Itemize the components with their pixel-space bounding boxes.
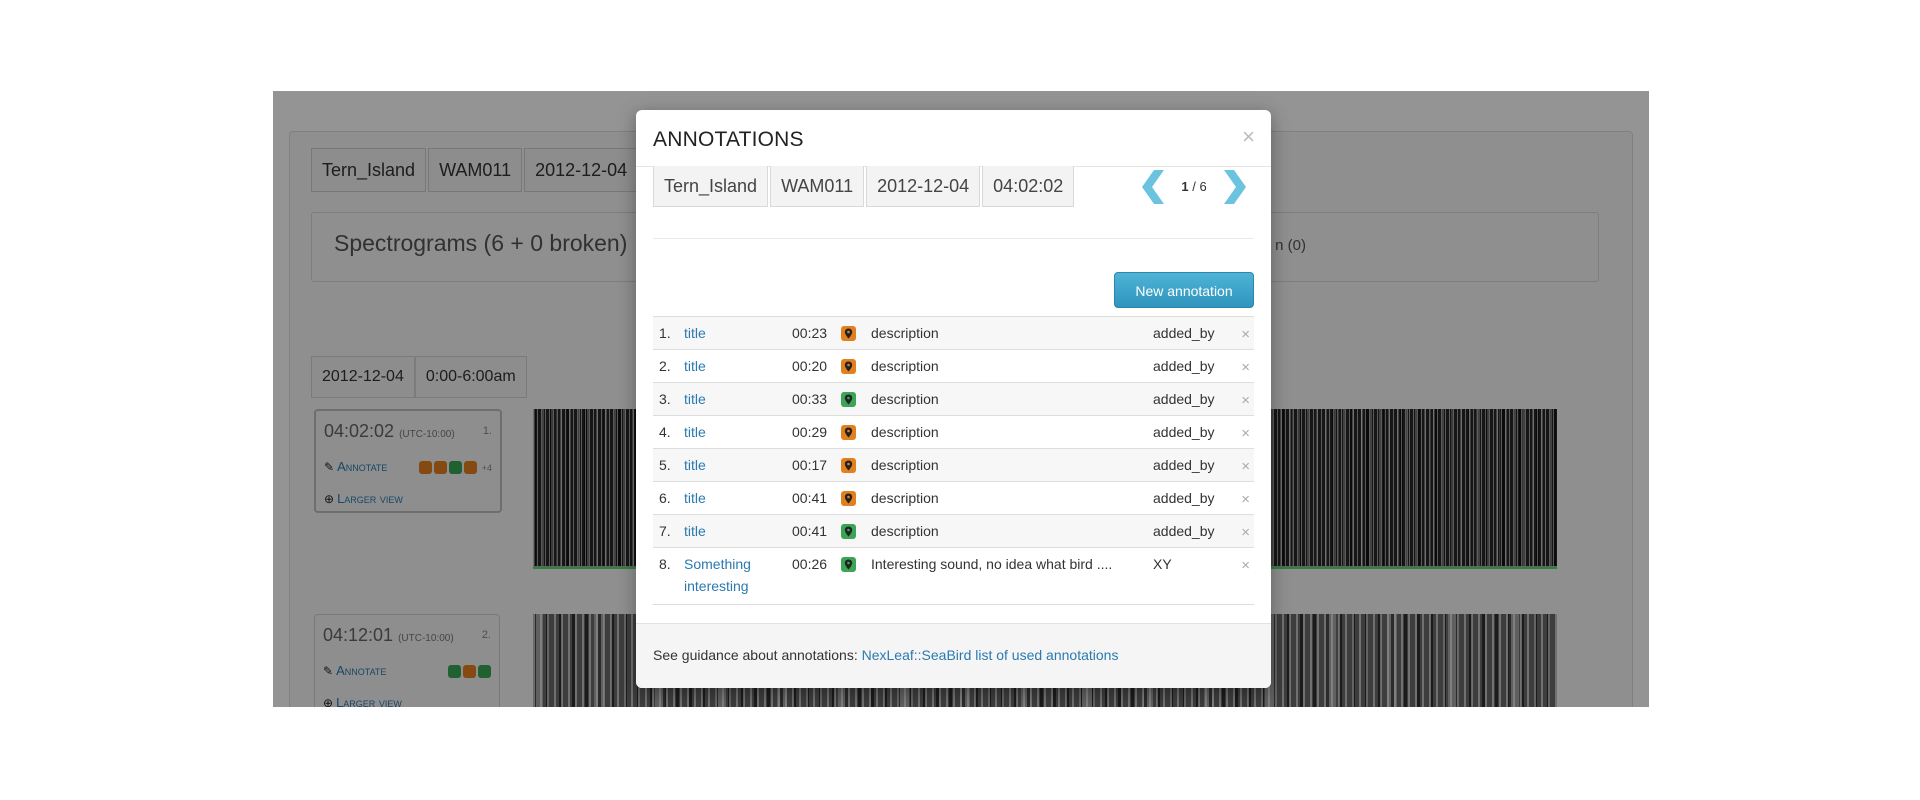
pager-text: 1 / 6 xyxy=(1168,179,1220,194)
tag-marker-icon xyxy=(841,458,856,473)
row-number: 8. xyxy=(659,556,671,572)
annotation-description: description xyxy=(871,391,939,407)
row-number: 1. xyxy=(659,325,671,341)
delete-icon[interactable]: × xyxy=(1241,491,1250,508)
footer-text: See guidance about annotations: NexLeaf:… xyxy=(653,647,1119,663)
annotation-added-by: added_by xyxy=(1153,490,1215,506)
pager-current: 1 xyxy=(1181,179,1189,194)
delete-icon[interactable]: × xyxy=(1241,392,1250,409)
table-row: 7. title 00:41 description added_by × xyxy=(653,515,1254,548)
delete-icon[interactable]: × xyxy=(1241,557,1250,574)
tag-marker-icon xyxy=(841,524,856,539)
crumb-time[interactable]: 04:02:02 xyxy=(982,166,1075,207)
annotation-title-link[interactable]: title xyxy=(684,355,769,377)
annotation-title-link[interactable]: title xyxy=(684,520,769,542)
annotation-description: description xyxy=(871,457,939,473)
annotation-description: description xyxy=(871,325,939,341)
row-number: 5. xyxy=(659,457,671,473)
annotation-title-link[interactable]: Something interesting xyxy=(684,553,769,597)
annotation-description: Interesting sound, no idea what bird ...… xyxy=(871,556,1113,572)
crumb-date[interactable]: 2012-12-04 xyxy=(866,166,981,207)
annotation-added-by: XY xyxy=(1153,556,1172,572)
annotation-duration: 00:41 xyxy=(792,490,828,506)
annotation-added-by: added_by xyxy=(1153,457,1215,473)
tag-marker-icon xyxy=(841,425,856,440)
row-number: 7. xyxy=(659,523,671,539)
table-row: 2. title 00:20 description added_by × xyxy=(653,350,1254,383)
tag-marker-icon xyxy=(841,359,856,374)
annotation-title-link[interactable]: title xyxy=(684,421,769,443)
annotations-modal: ANNOTATIONS × Tern_Island WAM011 2012-12… xyxy=(636,110,1271,688)
table-row: 6. title 00:41 description added_by × xyxy=(653,482,1254,515)
delete-icon[interactable]: × xyxy=(1241,458,1250,475)
divider xyxy=(653,238,1254,239)
row-number: 2. xyxy=(659,358,671,374)
modal-title: ANNOTATIONS xyxy=(653,128,804,151)
tag-marker-icon xyxy=(841,557,856,572)
chevron-right-icon[interactable] xyxy=(1220,168,1250,206)
row-number: 6. xyxy=(659,490,671,506)
modal-footer: See guidance about annotations: NexLeaf:… xyxy=(636,623,1271,688)
modal-breadcrumb: Tern_Island WAM011 2012-12-04 04:02:02 xyxy=(653,166,1076,207)
delete-icon[interactable]: × xyxy=(1241,359,1250,376)
annotation-title-link[interactable]: title xyxy=(684,487,769,509)
annotation-description: description xyxy=(871,523,939,539)
table-row: 8. Something interesting 00:26 Interesting … xyxy=(653,548,1254,605)
pager-separator: / xyxy=(1192,179,1196,194)
annotation-duration: 00:20 xyxy=(792,358,828,374)
tag-marker-icon xyxy=(841,326,856,341)
pager-total: 6 xyxy=(1199,179,1207,194)
annotation-duration: 00:29 xyxy=(792,424,828,440)
annotation-title-link[interactable]: title xyxy=(684,388,769,410)
annotation-duration: 00:17 xyxy=(792,457,828,473)
crumb-site[interactable]: Tern_Island xyxy=(653,166,769,207)
crumb-device[interactable]: WAM011 xyxy=(770,166,865,207)
annotation-description: description xyxy=(871,424,939,440)
tag-marker-icon xyxy=(841,491,856,506)
annotation-duration: 00:23 xyxy=(792,325,828,341)
close-icon[interactable]: × xyxy=(1242,124,1255,150)
delete-icon[interactable]: × xyxy=(1241,326,1250,343)
annotation-duration: 00:33 xyxy=(792,391,828,407)
annotation-added-by: added_by xyxy=(1153,325,1215,341)
table-row: 3. title 00:33 description added_by × xyxy=(653,383,1254,416)
modal-header: ANNOTATIONS × xyxy=(636,110,1271,167)
row-number: 4. xyxy=(659,424,671,440)
delete-icon[interactable]: × xyxy=(1241,425,1250,442)
annotation-title-link[interactable]: title xyxy=(684,322,769,344)
annotation-duration: 00:41 xyxy=(792,523,828,539)
table-row: 1. title 00:23 description added_by × xyxy=(653,317,1254,350)
new-annotation-button[interactable]: New annotation xyxy=(1114,272,1254,308)
annotation-duration: 00:26 xyxy=(792,556,828,572)
annotation-added-by: added_by xyxy=(1153,391,1215,407)
annotation-title-link[interactable]: title xyxy=(684,454,769,476)
table-row: 5. title 00:17 description added_by × xyxy=(653,449,1254,482)
annotation-description: description xyxy=(871,490,939,506)
annotation-description: description xyxy=(871,358,939,374)
row-number: 3. xyxy=(659,391,671,407)
annotation-added-by: added_by xyxy=(1153,358,1215,374)
table-row: 4. title 00:29 description added_by × xyxy=(653,416,1254,449)
annotation-added-by: added_by xyxy=(1153,424,1215,440)
annotations-table: 1. title 00:23 description added_by × 2. title 0… xyxy=(653,316,1254,605)
guidance-link[interactable]: NexLeaf::SeaBird list of used annotation… xyxy=(862,647,1119,663)
tag-marker-icon xyxy=(841,392,856,407)
annotation-added-by: added_by xyxy=(1153,523,1215,539)
delete-icon[interactable]: × xyxy=(1241,524,1250,541)
recording-pager: 1 / 6 xyxy=(1138,168,1250,206)
chevron-left-icon[interactable] xyxy=(1138,168,1168,206)
